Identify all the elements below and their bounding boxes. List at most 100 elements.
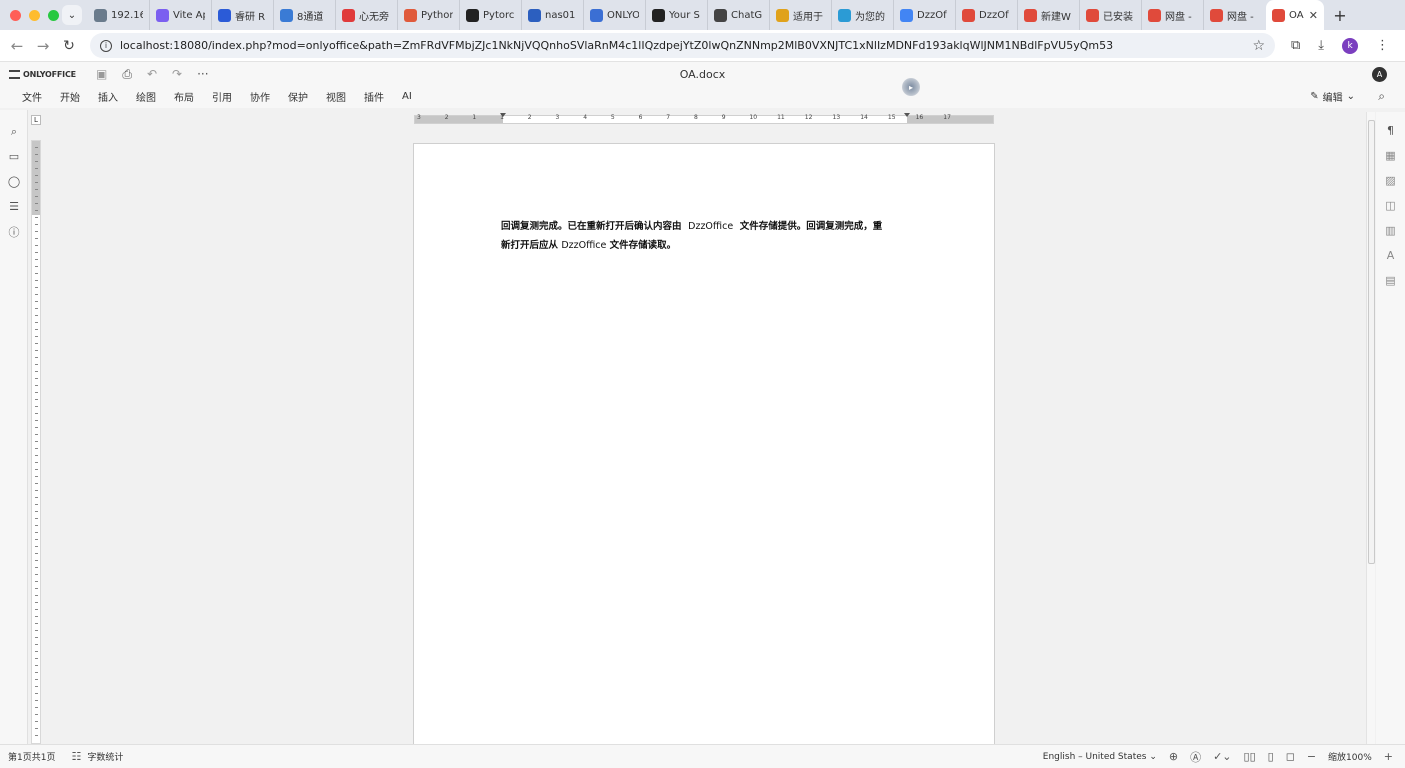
vertical-scrollbar[interactable] — [1366, 112, 1375, 744]
browser-tab[interactable]: DzzOf — [956, 0, 1018, 30]
print-icon[interactable]: ⎙ — [122, 67, 132, 82]
fit-width-icon[interactable]: ◻ — [1286, 750, 1295, 763]
tab-references[interactable]: 引用 — [203, 89, 241, 104]
redo-icon[interactable]: ↷ — [172, 67, 182, 82]
more-icon[interactable]: ··· — [197, 67, 208, 82]
find-icon[interactable]: ⌕ — [0, 119, 28, 144]
active-tab[interactable]: OA ✕ — [1266, 0, 1324, 30]
tab-search-button[interactable]: ⌄ — [62, 5, 82, 25]
reload-button[interactable]: ↻ — [56, 38, 82, 54]
ruler-tick — [35, 490, 38, 491]
browser-tab[interactable]: 睿研 R — [212, 0, 274, 30]
bookmark-star-icon[interactable]: ☆ — [1252, 38, 1265, 54]
two-page-view-icon[interactable]: ▯▯ — [1244, 750, 1256, 763]
ruler-tick — [35, 434, 38, 435]
browser-tab[interactable]: Vite Ap — [150, 0, 212, 30]
url-text[interactable]: localhost:18080/index.php?mod=onlyoffice… — [120, 39, 1252, 52]
tab-stop-selector[interactable]: L — [31, 115, 41, 125]
browser-tab[interactable]: 网盘 - — [1142, 0, 1204, 30]
browser-menu-icon[interactable]: ⋮ — [1376, 38, 1389, 53]
browser-tab[interactable]: ONLYO — [584, 0, 646, 30]
document-page[interactable]: 回调复测完成。已在重新打开后确认内容由 DzzOffice 文件存储提供。回调复… — [413, 143, 995, 744]
ruler-tick — [35, 413, 38, 414]
edit-mode-dropdown[interactable]: ✎ 编辑 ⌄ — [1310, 89, 1355, 104]
text-run: 回调复测完成。已在重新打开后确认内容由 — [501, 221, 682, 232]
tab-insert[interactable]: 插入 — [89, 89, 127, 104]
browser-tab[interactable]: Python — [398, 0, 460, 30]
globe-icon[interactable]: ⊕ — [1169, 750, 1178, 763]
zoom-in-icon[interactable]: + — [1384, 750, 1393, 763]
vertical-ruler[interactable] — [31, 140, 41, 744]
undo-icon[interactable]: ↶ — [147, 67, 157, 82]
browser-tab[interactable]: 心无旁 — [336, 0, 398, 30]
right-indent-marker[interactable] — [904, 113, 910, 117]
browser-tab[interactable]: DzzOf — [894, 0, 956, 30]
textart-settings-icon[interactable]: A — [1376, 243, 1405, 268]
browser-tab[interactable]: ChatG — [708, 0, 770, 30]
chat-icon[interactable]: ◯ — [0, 169, 28, 194]
zoom-out-icon[interactable]: − — [1307, 750, 1316, 763]
paragraph-settings-icon[interactable]: ¶ — [1376, 118, 1405, 143]
tab-collaboration[interactable]: 协作 — [241, 89, 279, 104]
extensions-icon[interactable]: ⧉ — [1291, 38, 1300, 53]
tab-protection[interactable]: 保护 — [279, 89, 317, 104]
browser-tab[interactable]: 192.16 — [88, 0, 150, 30]
ruler-tick — [35, 147, 38, 148]
close-tab-icon[interactable]: ✕ — [1309, 9, 1318, 22]
close-window-button[interactable] — [10, 9, 21, 21]
chart-settings-icon[interactable]: ▥ — [1376, 218, 1405, 243]
fit-page-icon[interactable]: ▯ — [1268, 750, 1274, 763]
browser-tab[interactable]: 新建W — [1018, 0, 1080, 30]
tab-ai[interactable]: AI — [393, 91, 421, 102]
browser-tab[interactable]: 适用于 — [770, 0, 832, 30]
signature-settings-icon[interactable]: ▤ — [1376, 268, 1405, 293]
document-paragraph[interactable]: 回调复测完成。已在重新打开后确认内容由 DzzOffice 文件存储提供。回调复… — [501, 217, 911, 255]
minimize-window-button[interactable] — [29, 9, 40, 21]
ruler-tick — [35, 329, 38, 330]
horizontal-ruler[interactable]: 3 2 1 1 2 3 4 5 6 7 8 9 10 11 12 13 14 15 16 17 — [414, 113, 994, 124]
browser-tab[interactable]: 8通道 — [274, 0, 336, 30]
tab-draw[interactable]: 绘图 — [127, 89, 165, 104]
track-changes-icon[interactable]: ✓⌄ — [1213, 750, 1231, 763]
download-icon[interactable]: ⤓ — [1318, 38, 1324, 53]
language-selector[interactable]: English – United States ⌄ — [1043, 752, 1157, 762]
edit-mode-label: 编辑 — [1322, 92, 1343, 104]
shape-settings-icon[interactable]: ◫ — [1376, 193, 1405, 218]
back-button[interactable]: ← — [4, 37, 30, 55]
tab-view[interactable]: 视图 — [317, 89, 355, 104]
tab-home[interactable]: 开始 — [51, 89, 89, 104]
browser-tab[interactable]: 为您的 — [832, 0, 894, 30]
forward-button[interactable]: → — [30, 37, 56, 55]
new-tab-button[interactable]: + — [1328, 6, 1352, 25]
browser-tab[interactable]: Pytorc — [460, 0, 522, 30]
ruler-tick — [35, 623, 38, 624]
image-settings-icon[interactable]: ▨ — [1376, 168, 1405, 193]
browser-tab[interactable]: nas01 — [522, 0, 584, 30]
navigation-icon[interactable]: ☰ — [0, 194, 28, 219]
zoom-level[interactable]: 缩放100% — [1328, 750, 1372, 763]
browser-tab[interactable]: 网盘 - — [1204, 0, 1266, 30]
browser-tab[interactable]: Your S — [646, 0, 708, 30]
profile-avatar[interactable]: k — [1342, 37, 1359, 54]
page-info[interactable]: 第1页共1页 — [0, 750, 55, 763]
browser-tab[interactable]: 已安装 — [1080, 0, 1142, 30]
url-bar[interactable]: i localhost:18080/index.php?mod=onlyoffi… — [90, 33, 1275, 58]
table-settings-icon[interactable]: ▦ — [1376, 143, 1405, 168]
spellcheck-icon[interactable]: Ⓐ — [1190, 749, 1201, 765]
word-count-button[interactable]: ☷ 字数统计 — [71, 750, 123, 763]
browser-tab-title: 新建W — [1041, 11, 1071, 23]
scrollbar-thumb[interactable] — [1368, 120, 1375, 564]
search-icon[interactable]: ⌕ — [1378, 89, 1385, 104]
ruler-tick — [35, 707, 38, 708]
comments-icon[interactable]: ▭ — [0, 144, 28, 169]
save-icon[interactable]: ▣ — [96, 67, 107, 82]
maximize-window-button[interactable] — [48, 9, 59, 21]
tab-file[interactable]: 文件 — [0, 89, 51, 104]
site-info-icon[interactable]: i — [100, 39, 112, 52]
tab-plugins[interactable]: 插件 — [355, 89, 393, 104]
browser-tab-title: 心无旁 — [359, 11, 389, 23]
tab-layout[interactable]: 布局 — [165, 89, 203, 104]
user-avatar[interactable]: A — [1372, 66, 1387, 82]
browser-tab-title: DzzOf — [917, 9, 947, 21]
about-icon[interactable]: ⓘ — [0, 219, 28, 244]
